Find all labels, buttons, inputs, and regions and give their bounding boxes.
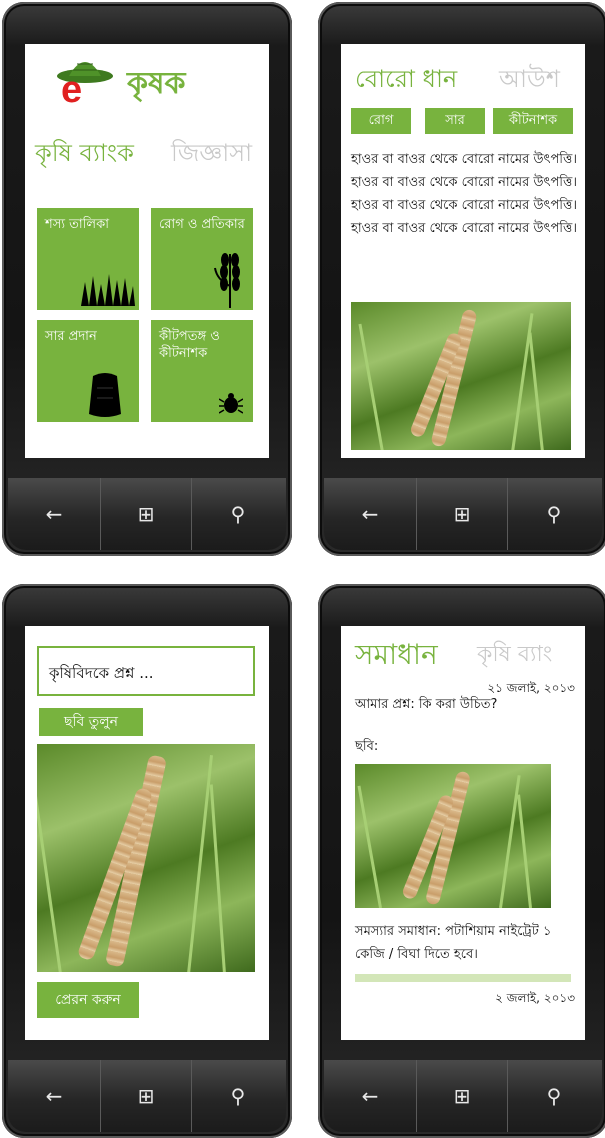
back-button[interactable]: ←: [8, 478, 100, 550]
captured-photo: [37, 744, 255, 972]
logo-letter: e: [61, 69, 83, 111]
home-screen: e কৃষক কৃষি ব্যাংক জিজ্ঞাসা শস্য তালিকা …: [25, 44, 269, 458]
take-photo-button[interactable]: ছবি তুলুন: [39, 708, 143, 736]
tile-fertilizer[interactable]: সার প্রদান: [37, 320, 139, 422]
start-button[interactable]: ⊞: [416, 478, 508, 550]
app-title: কৃষক: [127, 66, 186, 101]
crop-description: হাওর বা বাওর থেকে বোরো নামের উৎপত্তি। হা…: [351, 152, 577, 236]
start-button[interactable]: ⊞: [416, 1060, 508, 1132]
tile-label: রোগ ও প্রতিকার: [159, 217, 245, 232]
solution-screen: সমাধান কৃষি ব্যাং ২১ জলাই, ২০১৩ আমার প্র…: [341, 626, 585, 1040]
wheat-icon: [214, 253, 240, 308]
bug-icon: [219, 393, 243, 414]
search-icon: ⚲: [546, 502, 562, 526]
back-button[interactable]: ←: [324, 478, 416, 550]
start-button[interactable]: ⊞: [100, 1060, 192, 1132]
search-icon: ⚲: [230, 502, 246, 526]
next-page-title[interactable]: কৃষি ব্যাং: [477, 640, 552, 670]
windows-logo-icon: ⊞: [137, 1084, 155, 1108]
search-button[interactable]: ⚲: [508, 1060, 600, 1132]
hardware-buttons: ← ⊞ ⚲: [8, 478, 286, 550]
back-arrow-icon: ←: [45, 1084, 63, 1108]
tile-label: কীটপতঙ্গ ও কীটনাশক: [159, 329, 220, 361]
phone-solution: সমাধান কৃষি ব্যাং ২১ জলাই, ২০১৩ আমার প্র…: [318, 584, 605, 1138]
photo-label: ছবি:: [355, 739, 379, 754]
tab-fertilizer[interactable]: সার: [425, 108, 485, 134]
page-title: বোরো ধান: [355, 65, 458, 93]
windows-logo-icon: ⊞: [137, 502, 155, 526]
hardware-buttons: ← ⊞ ⚲: [324, 1060, 602, 1132]
tab-pesticide[interactable]: কীটনাশক: [493, 108, 573, 134]
page-title: সমাধান: [355, 638, 438, 671]
app-logo: e: [55, 52, 115, 111]
back-button[interactable]: ←: [324, 1060, 416, 1132]
question-input[interactable]: কৃষিবিদকে প্রশ্ন ...: [37, 646, 255, 696]
back-button[interactable]: ←: [8, 1060, 100, 1132]
attached-photo: [355, 764, 551, 908]
tile-label: শস্য তালিকা: [45, 217, 109, 232]
section-next-title[interactable]: জিজ্ঞাসা: [171, 138, 252, 168]
back-arrow-icon: ←: [361, 1084, 379, 1108]
search-button[interactable]: ⚲: [192, 1060, 284, 1132]
phone-crop-detail: বোরো ধান আউশ রোগ সার কীটনাশক হাওর বা বাও…: [318, 2, 605, 556]
solution-date: ২ জলাই, ২০১৩: [495, 991, 575, 1005]
search-icon: ⚲: [546, 1084, 562, 1108]
start-button[interactable]: ⊞: [100, 478, 192, 550]
windows-logo-icon: ⊞: [453, 1084, 471, 1108]
search-button[interactable]: ⚲: [192, 478, 284, 550]
tab-disease[interactable]: রোগ: [351, 108, 411, 134]
question-input-value: কৃষিবিদকে প্রশ্ন ...: [49, 664, 154, 682]
hardware-buttons: ← ⊞ ⚲: [8, 1060, 286, 1132]
grass-icon: [81, 274, 135, 306]
back-arrow-icon: ←: [45, 502, 63, 526]
tile-crop-list[interactable]: শস্য তালিকা: [37, 208, 139, 310]
phone-ask-question: কৃষিবিদকে প্রশ্ন ... ছবি তুলুন প্রেরন কর…: [2, 584, 292, 1138]
search-icon: ⚲: [230, 1084, 246, 1108]
tile-pesticide[interactable]: কীটপতঙ্গ ও কীটনাশক: [151, 320, 253, 422]
hardware-buttons: ← ⊞ ⚲: [324, 478, 602, 550]
send-button[interactable]: প্রেরন করুন: [37, 982, 139, 1018]
search-button[interactable]: ⚲: [508, 478, 600, 550]
windows-logo-icon: ⊞: [453, 502, 471, 526]
question-date: ২১ জলাই, ২০১৩: [487, 681, 575, 695]
back-arrow-icon: ←: [361, 502, 379, 526]
phone-home: e কৃষক কৃষি ব্যাংক জিজ্ঞাসা শস্য তালিকা …: [2, 2, 292, 556]
crop-detail-screen: বোরো ধান আউশ রোগ সার কীটনাশক হাওর বা বাও…: [341, 44, 585, 458]
rice-photo: [351, 302, 571, 450]
ask-question-screen: কৃষিবিদকে প্রশ্ন ... ছবি তুলুন প্রেরন কর…: [25, 626, 269, 1040]
fertilizer-bag-icon: [89, 373, 121, 417]
question-text: আমার প্রশ্ন: কি করা উচিত?: [355, 697, 498, 712]
next-page-title[interactable]: আউশ: [499, 64, 560, 94]
tile-disease[interactable]: রোগ ও প্রতিকার: [151, 208, 253, 310]
solution-text: সমস্যার সমাধান: পটাশিয়াম নাইট্রেট ১ কেজ…: [355, 924, 552, 962]
tile-label: সার প্রদান: [45, 329, 97, 344]
progress-bar: [355, 974, 571, 982]
section-title[interactable]: কৃষি ব্যাংক: [35, 138, 134, 168]
